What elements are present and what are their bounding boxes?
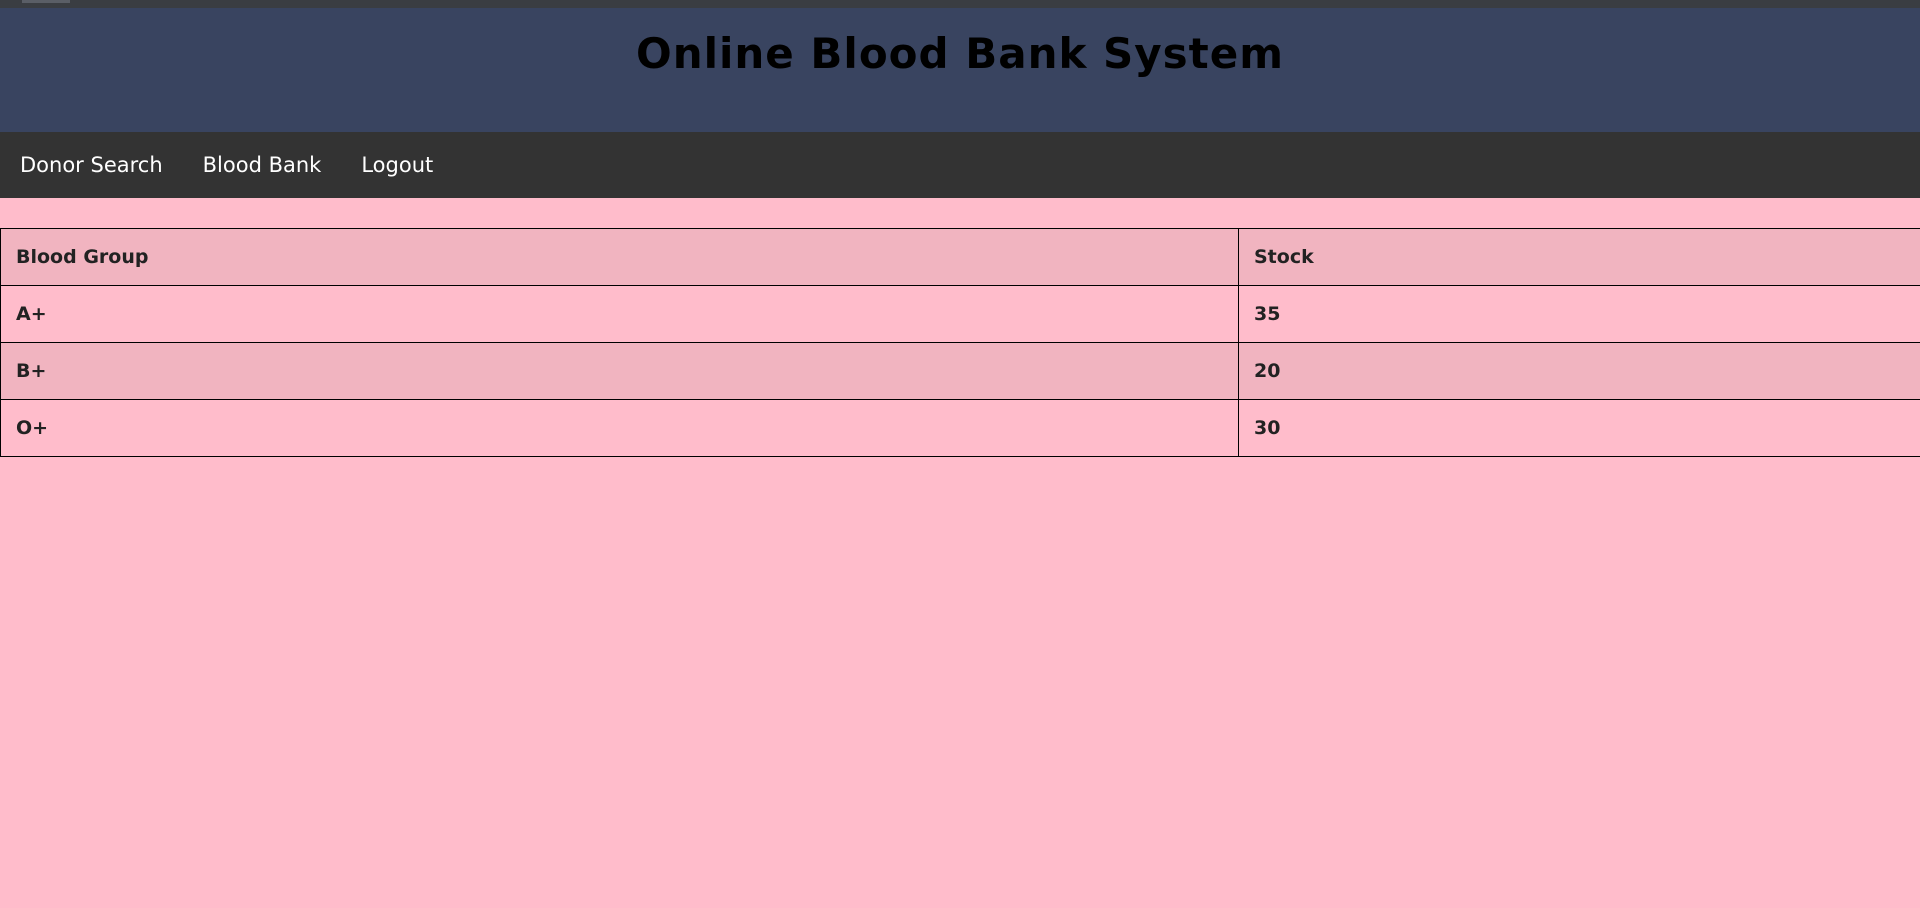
nav-link-logout[interactable]: Logout: [341, 132, 453, 198]
blood-stock-table-container: Blood Group Stock A+ 35 B+ 20 O+ 30: [0, 228, 1920, 457]
page-title: Online Blood Bank System: [636, 29, 1284, 78]
column-header-stock: Stock: [1238, 228, 1920, 286]
blood-group-cell: B+: [0, 342, 1239, 400]
blood-group-cell: O+: [0, 399, 1239, 457]
stock-cell: 30: [1238, 399, 1920, 457]
site-header: Online Blood Bank System: [0, 8, 1920, 132]
tab-stub: [22, 0, 70, 3]
nav-link-blood-bank[interactable]: Blood Bank: [183, 132, 342, 198]
browser-top-strip: [0, 0, 1920, 8]
table-row: O+ 30: [0, 399, 1920, 457]
table-row: A+ 35: [0, 285, 1920, 343]
main-navbar: Donor Search Blood Bank Logout: [0, 132, 1920, 198]
blood-group-cell: A+: [0, 285, 1239, 343]
stock-cell: 35: [1238, 285, 1920, 343]
stock-cell: 20: [1238, 342, 1920, 400]
column-header-blood-group: Blood Group: [0, 228, 1239, 286]
blood-stock-table: Blood Group Stock A+ 35 B+ 20 O+ 30: [0, 228, 1920, 457]
table-header-row: Blood Group Stock: [0, 228, 1920, 286]
nav-link-donor-search[interactable]: Donor Search: [0, 132, 183, 198]
table-row: B+ 20: [0, 342, 1920, 400]
